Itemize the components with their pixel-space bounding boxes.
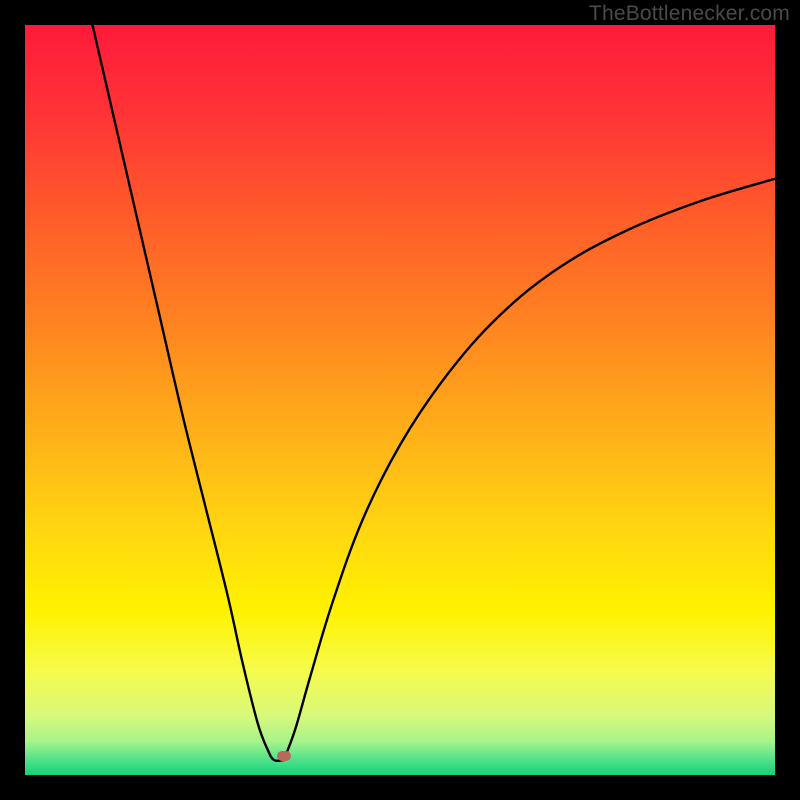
optimum-marker	[277, 751, 291, 761]
plot-area	[25, 25, 775, 775]
chart-svg	[25, 25, 775, 775]
chart-frame: TheBottlenecker.com	[0, 0, 800, 800]
gradient-background	[25, 25, 775, 775]
watermark-text: TheBottlenecker.com	[589, 2, 790, 26]
